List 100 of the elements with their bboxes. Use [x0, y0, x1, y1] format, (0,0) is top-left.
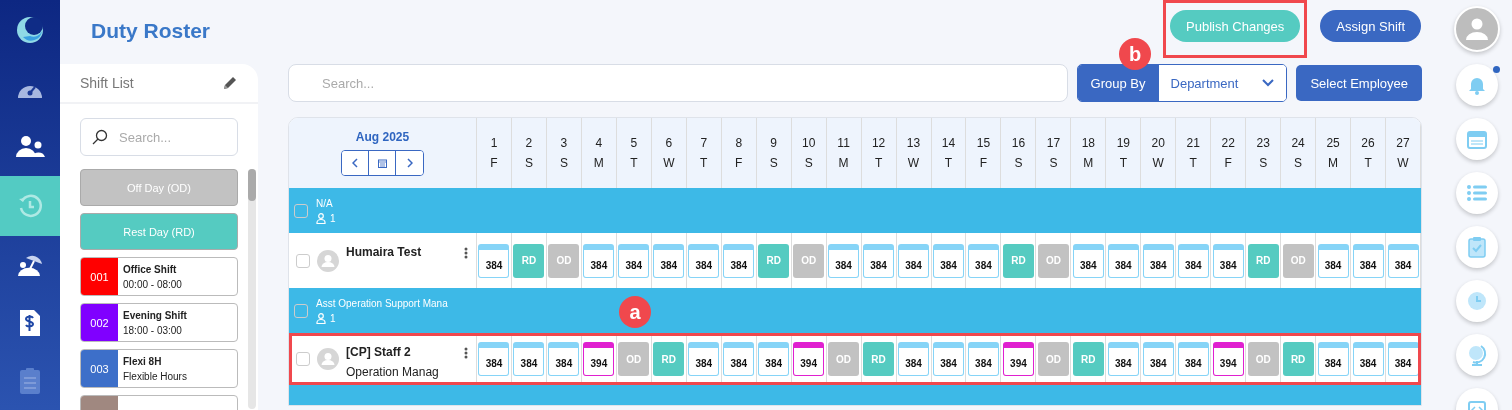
weekday-letter: S	[769, 156, 778, 170]
employee-name: [CP] Staff 2	[346, 345, 412, 359]
shift-code: 002	[81, 304, 118, 341]
shift-chip[interactable]: 384	[1387, 243, 1419, 278]
shift-item[interactable]: 002 Evening Shift 18:00 - 03:00	[80, 303, 238, 342]
day-number: 19	[1116, 136, 1130, 150]
weekday-letter: M	[838, 156, 849, 170]
day-number: 2	[525, 136, 533, 150]
shift-chip[interactable]: 384	[1212, 243, 1244, 278]
shift-chip[interactable]: 394	[1002, 342, 1034, 376]
group-by-label: Group By	[1077, 65, 1159, 101]
weekday-letter: S	[524, 156, 533, 170]
day-number: 12	[871, 136, 886, 150]
shift-chip[interactable]: 384	[1107, 243, 1139, 278]
annotation-marker: a	[619, 296, 651, 328]
shift-chip[interactable]: 384	[723, 243, 755, 278]
day-number: 18	[1081, 136, 1095, 150]
day-number: 17	[1046, 136, 1061, 150]
weekday-letter: M	[1083, 156, 1094, 170]
shift-chip[interactable]: 384	[723, 342, 755, 376]
page-title: Duty Roster	[91, 19, 212, 43]
shift-name: Flexi 8H	[123, 355, 163, 367]
shift-chip[interactable]: 384	[1352, 243, 1384, 278]
shift-chip[interactable]: 384	[1107, 342, 1139, 376]
day-number: 21	[1186, 136, 1200, 150]
weekday-letter: M	[1328, 156, 1339, 170]
shift-code: 003	[81, 350, 118, 387]
shift-name: Office Shift	[123, 263, 178, 275]
day-number: 23	[1256, 136, 1270, 150]
shift-chip[interactable]: 384	[653, 243, 685, 278]
weekday-letter: W	[907, 156, 920, 170]
shift-chip[interactable]: 384	[688, 243, 720, 278]
shift-chip[interactable]: 384	[758, 342, 790, 376]
weekday-letter: S	[1294, 156, 1303, 170]
weekday-letter: W	[1152, 156, 1164, 170]
shift-chip[interactable]: 384	[1142, 342, 1174, 376]
shift-time: 00:00 - 08:00	[123, 278, 182, 290]
day-number: 11	[837, 136, 850, 150]
shift-chip[interactable]: 384	[898, 342, 930, 376]
shift-chip[interactable]: 384	[967, 342, 999, 376]
shift-chip[interactable]: 384	[1177, 342, 1209, 376]
weekday-letter: S	[559, 156, 568, 170]
shift-chip[interactable]: 384	[863, 243, 895, 278]
group-by-dropdown[interactable]: Department	[1158, 65, 1287, 101]
weekday-letter: T	[630, 156, 638, 170]
day-number: 6	[665, 136, 673, 150]
weekday-letter: F	[490, 156, 498, 170]
weekday-letter: S	[1259, 156, 1268, 170]
shift-chip[interactable]: 384	[933, 243, 964, 278]
search-field[interactable]: Search...	[80, 118, 238, 156]
weekday-letter: S	[1014, 156, 1023, 170]
weekday-letter: T	[700, 156, 708, 170]
day-number: 10	[801, 136, 816, 150]
shift-chip[interactable]: 384	[1142, 243, 1174, 278]
weekday-letter: T	[944, 156, 953, 170]
shift-chip[interactable]: 384	[1072, 243, 1104, 278]
day-number: 7	[700, 136, 708, 150]
day-number: 3	[560, 136, 568, 150]
shift-chip[interactable]: 384	[967, 243, 999, 278]
day-number: 24	[1291, 136, 1305, 150]
shift-name: Evening Shift	[123, 309, 187, 321]
shift-chip[interactable]: 384	[548, 342, 580, 376]
weekday-letter: S	[804, 156, 813, 170]
shift-chip[interactable]: 384	[1317, 342, 1349, 376]
panel-title: Shift List	[80, 75, 134, 91]
shift-item[interactable]: 001 Office Shift 00:00 - 08:00	[80, 257, 238, 296]
shift-time: Flexible Hours	[123, 370, 187, 382]
shift-chip[interactable]: 384	[933, 342, 964, 376]
shift-chip[interactable]: 384	[688, 342, 720, 376]
shift-chip[interactable]: 394	[583, 342, 615, 376]
weekday-letter: W	[1397, 156, 1409, 170]
shift-chip[interactable]: 384	[898, 243, 930, 278]
weekday-letter: T	[1119, 156, 1127, 170]
shift-chip[interactable]: 384	[1387, 342, 1419, 376]
shift-chip[interactable]: 384	[478, 243, 510, 278]
weekday-letter: T	[1364, 156, 1372, 170]
day-number: 26	[1361, 136, 1375, 150]
shift-chip[interactable]: 384	[1177, 243, 1209, 278]
search-field[interactable]: Search...	[288, 64, 1068, 102]
shift-chip[interactable]: 384	[583, 243, 615, 278]
shift-chip[interactable]: 394	[1212, 342, 1244, 376]
shift-chip[interactable]: 384	[513, 342, 545, 376]
shift-item[interactable]: 003 Flexi 8H Flexible Hours	[80, 349, 238, 388]
day-number: 1	[490, 136, 498, 150]
shift-chip[interactable]: 384	[478, 342, 510, 376]
day-number: 20	[1151, 136, 1165, 150]
shift-chip[interactable]: 384	[618, 243, 650, 278]
weekday-letter: T	[1189, 156, 1197, 170]
shift-chip[interactable]: 384	[1317, 243, 1349, 278]
shift-chip[interactable]: 384	[1352, 342, 1384, 376]
member-count: 1	[330, 212, 336, 224]
shift-time: 18:00 - 03:00	[123, 324, 183, 336]
shift-chip[interactable]: 384	[828, 243, 860, 278]
weekday-letter: F	[1224, 156, 1232, 170]
department-name: Asst Operation Support Mana	[316, 297, 448, 309]
assign-shift-button[interactable]: Assign Shift	[1320, 10, 1421, 42]
weekday-letter: S	[1049, 156, 1058, 170]
shift-chip[interactable]: 394	[793, 342, 825, 376]
select-employee-button[interactable]: Select Employee	[1296, 65, 1422, 101]
weekday-letter: W	[663, 156, 675, 170]
